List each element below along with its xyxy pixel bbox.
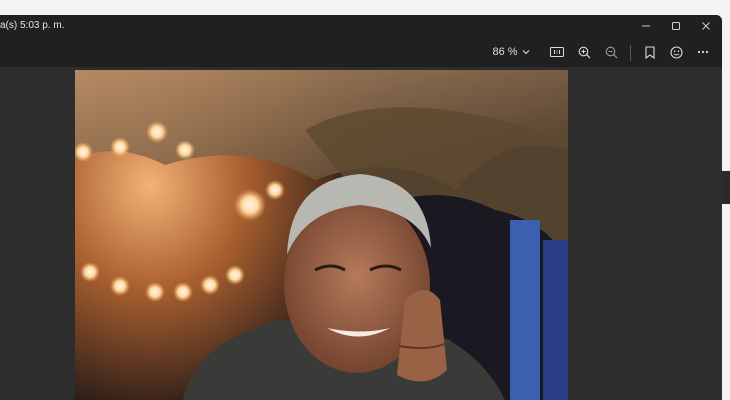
zoom-in-icon[interactable] [577, 44, 591, 60]
more-icon[interactable] [696, 44, 710, 60]
viewer-window: a(s) 5:03 p. m. 86 % [0, 15, 722, 400]
toolbar-separator [630, 45, 631, 61]
chevron-down-icon[interactable] [520, 44, 532, 60]
zoom-out-icon[interactable] [604, 44, 618, 60]
portrait-photo [75, 70, 568, 400]
maximize-icon[interactable] [667, 17, 685, 35]
title-bar[interactable]: a(s) 5:03 p. m. [0, 15, 722, 37]
actual-size-icon[interactable] [550, 44, 564, 60]
window-title: a(s) 5:03 p. m. [0, 20, 65, 31]
zoom-level[interactable]: 86 % [492, 44, 518, 60]
minimize-icon[interactable] [637, 17, 655, 35]
smiley-icon[interactable] [669, 44, 683, 60]
bookmark-icon[interactable] [643, 44, 657, 60]
toolbar: 86 % [0, 37, 722, 67]
close-icon[interactable] [697, 17, 715, 35]
image-viewport[interactable] [0, 67, 722, 400]
window-edge [722, 171, 730, 204]
